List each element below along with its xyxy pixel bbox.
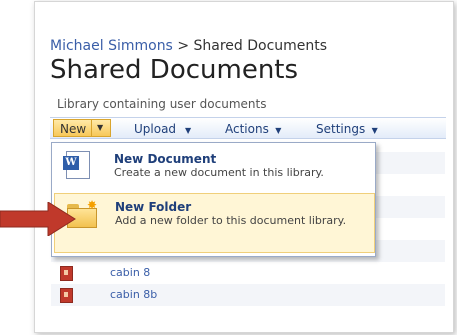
new-document-title: New Document (114, 152, 217, 166)
table-row[interactable]: cabin 8b (51, 284, 445, 306)
file-name-link[interactable]: cabin 8b (110, 288, 157, 301)
breadcrumb-site-link[interactable]: Michael Simmons (50, 38, 173, 54)
upload-label: Upload (134, 122, 177, 136)
page-description: Library containing user documents (57, 97, 267, 111)
chevron-down-icon: ▼ (369, 126, 378, 135)
settings-label: Settings (316, 122, 366, 136)
menu-item-new-document[interactable]: W New Document Create a new document in … (54, 146, 373, 190)
new-document-description: Create a new document in this library. (114, 166, 324, 179)
image-file-icon (60, 266, 73, 281)
breadcrumb-separator: > (177, 38, 190, 54)
image-file-icon (60, 288, 73, 303)
upload-menu-button[interactable]: Upload ▼ (134, 122, 191, 136)
library-toolbar: New ▼ Upload ▼ Actions ▼ Settings ▼ (50, 117, 446, 139)
breadcrumb: Michael Simmons > Shared Documents (50, 38, 327, 54)
new-dropdown-menu: W New Document Create a new document in … (51, 142, 376, 257)
chevron-down-icon: ▼ (179, 126, 192, 135)
new-button-label: New (60, 122, 87, 136)
pointer-arrow-icon (0, 202, 76, 236)
actions-label: Actions (225, 122, 269, 136)
settings-menu-button[interactable]: Settings ▼ (316, 122, 378, 136)
word-document-icon: W (63, 151, 90, 179)
chevron-down-icon: ▼ (272, 126, 282, 135)
page-title: Shared Documents (50, 55, 299, 85)
file-name-link[interactable]: cabin 8 (110, 266, 150, 279)
chevron-down-icon: ▼ (97, 123, 104, 132)
new-menu-button[interactable]: New ▼ (53, 119, 111, 137)
menu-item-new-folder[interactable]: ✸ New Folder Add a new folder to this do… (54, 193, 375, 253)
new-folder-title: New Folder (115, 200, 192, 214)
breadcrumb-current: Shared Documents (193, 38, 328, 54)
new-folder-description: Add a new folder to this document librar… (115, 214, 347, 227)
new-dropdown-toggle[interactable]: ▼ (91, 120, 111, 136)
actions-menu-button[interactable]: Actions ▼ (225, 122, 281, 136)
table-row[interactable]: cabin 8 (51, 262, 445, 284)
